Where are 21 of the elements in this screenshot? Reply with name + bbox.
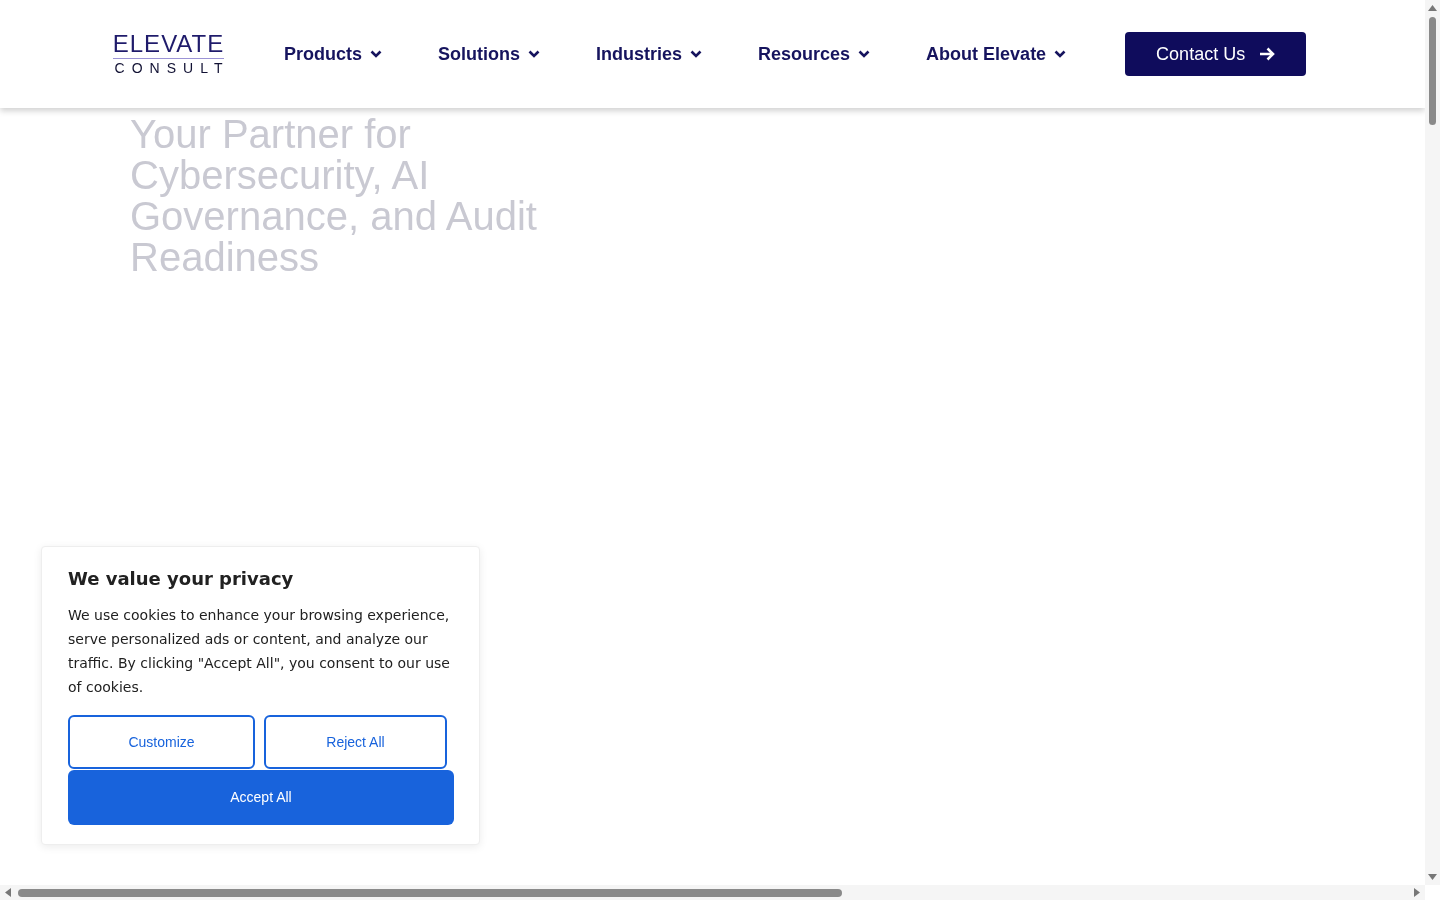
cookie-button[interactable]: Accept All bbox=[68, 770, 454, 825]
cookie-button[interactable]: Reject All bbox=[264, 715, 447, 769]
nav-link[interactable]: Products bbox=[284, 40, 382, 68]
horizontal-scrollbar[interactable] bbox=[0, 885, 1425, 900]
cookie-button[interactable]: Customize bbox=[68, 715, 255, 769]
scrollbar-thumb[interactable] bbox=[1429, 17, 1436, 125]
scroll-left-icon[interactable] bbox=[5, 888, 11, 897]
nav-link[interactable]: Solutions bbox=[438, 40, 540, 68]
cookie-title: We value your privacy bbox=[68, 567, 295, 591]
vertical-scrollbar[interactable] bbox=[1425, 0, 1440, 885]
contact-button[interactable]: Contact Us bbox=[1125, 32, 1307, 76]
logo[interactable]: ELEVATE CONSULT bbox=[113, 32, 224, 76]
scroll-right-icon[interactable] bbox=[1414, 888, 1420, 897]
nav-link[interactable]: Industries bbox=[596, 40, 703, 68]
scroll-up-icon[interactable] bbox=[1428, 5, 1437, 11]
scroll-down-icon[interactable] bbox=[1428, 874, 1437, 880]
nav-link[interactable]: About Elevate bbox=[926, 40, 1067, 68]
scrollbar-thumb[interactable] bbox=[18, 888, 842, 897]
cookie-text: We use cookies to enhance your browsing experience, serve personalized ads or content, and analyze our traffic. By clicking "Accept All", you consent to our use of cookies. bbox=[68, 606, 451, 697]
nav-link[interactable]: Resources bbox=[758, 40, 871, 68]
arrow-right-icon bbox=[1259, 46, 1276, 62]
